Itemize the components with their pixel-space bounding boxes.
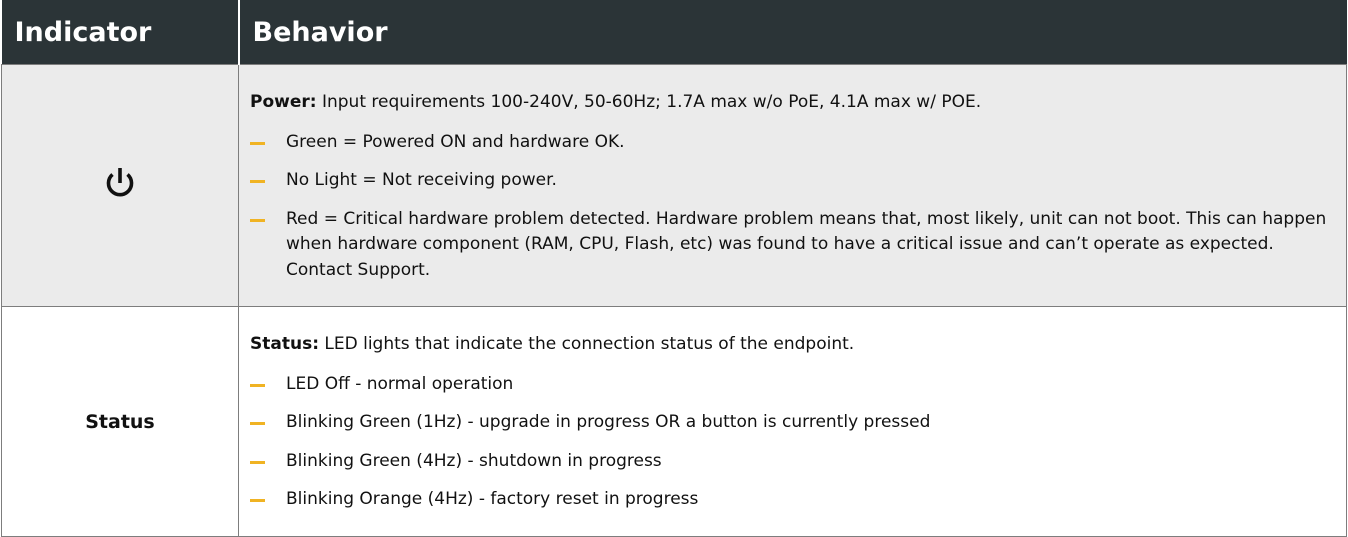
status-lead-label: Status: xyxy=(250,334,319,355)
list-item: LED Off - normal operation xyxy=(250,372,1336,398)
list-item: Blinking Green (4Hz) - shutdown in progr… xyxy=(250,449,1336,475)
power-description: Power: Input requirements 100-240V, 50-6… xyxy=(250,90,1336,116)
indicator-cell-status: Status xyxy=(1,306,239,537)
table-row-power: Power: Input requirements 100-240V, 50-6… xyxy=(1,64,1347,307)
list-item-text: Blinking Green (4Hz) - shutdown in progr… xyxy=(286,450,662,471)
dash-bullet-icon xyxy=(250,460,265,464)
list-item: Blinking Orange (4Hz) - factory reset in… xyxy=(250,487,1336,513)
status-description: Status: LED lights that indicate the con… xyxy=(250,332,1336,358)
dash-bullet-icon xyxy=(250,422,265,426)
power-lead-text: Input requirements 100-240V, 50-60Hz; 1.… xyxy=(316,92,982,112)
dash-bullet-icon xyxy=(250,141,265,145)
list-item-text: LED Off - normal operation xyxy=(286,373,514,394)
list-item-text: No Light = Not receiving power. xyxy=(286,170,557,190)
list-item-text: Green = Powered ON and hardware OK. xyxy=(286,131,625,152)
header-indicator: Indicator xyxy=(1,0,240,65)
power-lead-label: Power: xyxy=(250,92,317,112)
header-behavior: Behavior xyxy=(238,0,1347,65)
list-item-text: Blinking Orange (4Hz) - factory reset in… xyxy=(286,489,699,510)
dash-bullet-icon xyxy=(250,499,265,503)
list-item: Red = Critical hardware problem detected… xyxy=(250,207,1336,284)
led-indicator-table: Indicator Behavior Power: Input requirem… xyxy=(1,0,1347,537)
dash-bullet-icon xyxy=(250,180,265,183)
dash-bullet-icon xyxy=(250,218,265,222)
dash-bullet-icon xyxy=(250,383,265,387)
list-item: Green = Powered ON and hardware OK. xyxy=(250,130,1336,156)
list-item-text: Blinking Green (1Hz) - upgrade in progre… xyxy=(286,412,931,433)
behavior-cell-power: Power: Input requirements 100-240V, 50-6… xyxy=(238,64,1347,307)
list-item-text: Red = Critical hardware problem detected… xyxy=(286,208,1327,280)
behavior-cell-status: Status: LED lights that indicate the con… xyxy=(238,306,1347,537)
header-row: Indicator Behavior xyxy=(1,0,1347,65)
power-icon xyxy=(103,166,137,202)
status-indicator-label: Status xyxy=(85,410,155,433)
list-item: No Light = Not receiving power. xyxy=(250,168,1336,194)
status-lead-text: LED lights that indicate the connection … xyxy=(319,334,855,355)
indicator-cell-power xyxy=(1,64,239,307)
list-item: Blinking Green (1Hz) - upgrade in progre… xyxy=(250,410,1336,436)
table-row-status: Status Status: LED lights that indicate … xyxy=(1,306,1347,537)
